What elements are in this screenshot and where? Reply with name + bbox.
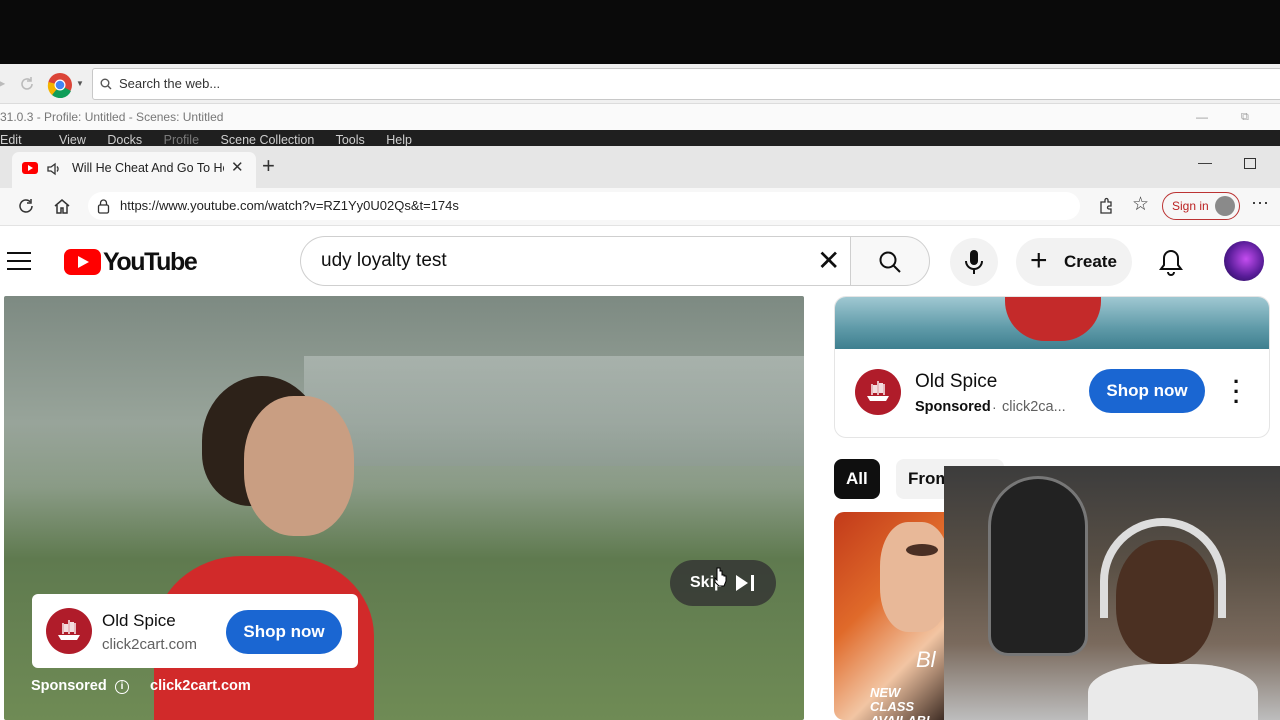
old-spice-logo-icon [46,608,92,654]
search-icon [879,251,901,273]
notifications-bell-icon[interactable] [1158,248,1184,276]
speaker-icon[interactable] [46,161,62,177]
youtube-logo[interactable]: YouTube [64,248,198,278]
web-search-placeholder: Search the web... [119,76,221,91]
chrome-logo-icon[interactable] [47,72,73,98]
thumbnail-logo-text: Bl [916,647,936,672]
ship-icon [867,381,889,401]
voice-search-button[interactable] [950,238,998,286]
obs-restore-icon[interactable]: ⧉ [1241,104,1249,130]
profile-avatar-icon [1215,196,1235,216]
sign-in-label: Sign in [1172,199,1209,213]
maximize-icon[interactable] [1244,158,1256,169]
sidebar-ad-domain: click2ca... [1002,399,1066,415]
hamburger-menu-icon[interactable] [7,252,31,270]
sign-in-button[interactable]: Sign in [1162,192,1240,220]
video-footer-domain[interactable]: click2cart.com [150,678,251,694]
menu-scene-collection[interactable]: Scene Collection [221,133,315,146]
more-options-icon[interactable]: ⋯ [1251,193,1269,214]
menu-view[interactable]: View [59,133,86,146]
top-black-band [0,0,1280,64]
skip-next-icon [736,575,748,591]
account-avatar[interactable] [1224,241,1264,281]
sidebar-ad-banner [835,297,1269,349]
chrome-dropdown-icon[interactable]: ▼ [76,79,84,88]
sidebar-shop-now-label: Shop now [1106,381,1188,400]
tab-youtube[interactable]: Will He Cheat And Go To He ✕ [12,152,256,188]
home-icon[interactable] [53,197,71,215]
recommended-video-thumbnail[interactable]: Bl NEW CLASS AVAILABI [834,512,946,720]
sidebar-ad-sponsored: Sponsored [915,399,991,415]
ad-shop-now-label: Shop now [243,622,325,641]
new-tab-button[interactable]: + [262,155,275,177]
ad-shop-now-button[interactable]: Shop now [226,610,342,654]
banner-ship-icon [1005,297,1101,341]
person-face [1116,540,1214,664]
webcam-microphone [988,476,1088,656]
person-shirt [1088,664,1258,720]
thumbnail-eye [906,544,938,556]
info-icon[interactable]: i [115,680,129,694]
chip-all-label: All [846,469,868,488]
screen: ▶ ▼ Search the web... 31.0.3 - Profile: … [0,0,1280,720]
youtube-search-input[interactable]: udy loyalty test ✕ [300,236,850,286]
favorites-icon[interactable]: ☆ [1132,193,1149,216]
sidebar-ad-advertiser: Old Spice [915,371,998,392]
menu-edit[interactable]: Edit [0,133,22,146]
skip-bar-icon [751,575,754,591]
microphone-icon [965,250,983,274]
ship-icon [58,620,80,640]
menu-help[interactable]: Help [386,133,412,146]
video-sponsored-label: Sponsored [31,678,107,694]
tab-title: Will He Cheat And Go To He [72,161,224,175]
minimize-icon[interactable]: — [1198,154,1212,170]
ad-domain: click2cart.com [102,636,198,653]
reload-icon[interactable] [18,75,36,93]
plus-icon: + [1030,244,1048,277]
obs-minimize-icon[interactable]: — [1196,104,1208,130]
video-athlete-figure [154,376,384,720]
sidebar-ad-card[interactable]: Old Spice Sponsored · click2ca... Shop n… [834,296,1270,438]
address-bar[interactable]: https://www.youtube.com/watch?v=RZ1Yy0U0… [88,192,1080,220]
sidebar-ad-dot: · [992,399,997,415]
obs-menu-bar: Edit View Docks Profile Scene Collection… [0,130,1280,146]
clear-search-icon[interactable]: ✕ [817,237,840,285]
menu-profile[interactable]: Profile [164,133,199,146]
mouse-cursor-icon [714,567,727,587]
lock-icon [97,199,110,214]
sidebar-more-icon[interactable]: · · · [1233,371,1240,413]
sidebar-shop-now-button[interactable]: Shop now [1089,369,1205,413]
youtube-logo-play-icon [78,256,89,268]
video-ad-card[interactable]: Old Spice click2cart.com Shop now [32,594,358,668]
url-text: https://www.youtube.com/watch?v=RZ1Yy0U0… [120,198,459,213]
tab-close-icon[interactable]: ✕ [231,152,244,184]
chip-all[interactable]: All [834,459,880,499]
youtube-search-button[interactable] [850,236,930,286]
create-label: Create [1064,252,1117,271]
thumbnail-face [880,522,946,632]
youtube-search-query: udy loyalty test [321,250,447,271]
obs-title-bar: 31.0.3 - Profile: Untitled - Scenes: Unt… [0,104,1280,130]
athlete-face [244,396,354,536]
sidebar-old-spice-logo-icon [855,369,901,415]
ad-advertiser-name: Old Spice [102,611,176,630]
extensions-icon[interactable] [1097,197,1115,215]
youtube-favicon-play-icon [28,165,33,171]
create-button[interactable]: + Create [1016,238,1132,286]
web-search-field[interactable]: Search the web... [92,68,1280,100]
webcam-person [1088,518,1258,720]
youtube-logo-text: YouTube [103,248,198,276]
webcam-overlay [944,466,1280,720]
menu-tools[interactable]: Tools [336,133,365,146]
menu-docks[interactable]: Docks [107,133,142,146]
search-icon [100,78,112,90]
obs-window-title: 31.0.3 - Profile: Untitled - Scenes: Unt… [0,110,224,124]
forward-icon[interactable]: ▶ [0,76,6,90]
refresh-icon[interactable] [17,197,35,215]
thumbnail-caption: NEW CLASS AVAILABI [870,685,929,720]
